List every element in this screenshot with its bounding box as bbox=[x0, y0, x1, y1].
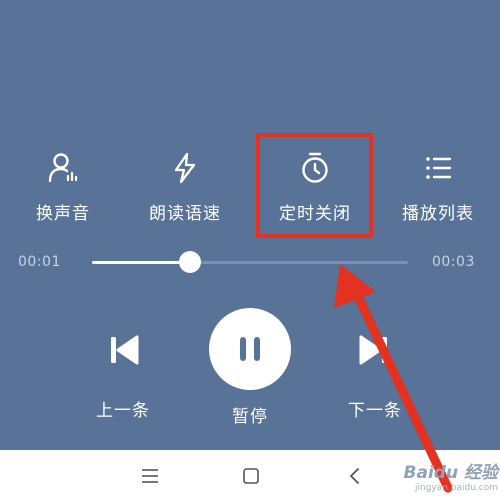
next-button[interactable]: 下一条 bbox=[330, 322, 420, 421]
watermark: Baidu 经验 jingyan.baidu.com bbox=[380, 452, 498, 498]
back-chevron-icon[interactable] bbox=[343, 464, 367, 488]
pause-circle bbox=[209, 308, 291, 390]
skip-previous-icon bbox=[111, 335, 139, 365]
reading-speed-button[interactable]: 朗读语速 bbox=[130, 145, 240, 235]
progress-fill bbox=[92, 261, 190, 264]
voice-person-icon bbox=[48, 153, 78, 183]
progress-track[interactable] bbox=[92, 261, 408, 264]
next-label: 下一条 bbox=[348, 401, 402, 421]
pause-label: 暂停 bbox=[232, 407, 268, 427]
highlight-box bbox=[256, 133, 373, 238]
watermark-sub: jingyan.baidu.com bbox=[414, 482, 498, 493]
playlist-icon bbox=[426, 157, 452, 179]
change-voice-label: 换声音 bbox=[36, 204, 90, 224]
progress-thumb[interactable] bbox=[178, 251, 201, 273]
home-square-icon[interactable] bbox=[239, 464, 263, 488]
skip-next-icon bbox=[359, 335, 387, 365]
watermark-text: Baidu 经验 bbox=[403, 462, 498, 483]
total-time: 00:03 bbox=[432, 254, 475, 270]
feature-row: 换声音 朗读语速 定时关闭 播放列表 bbox=[0, 145, 500, 235]
change-voice-button[interactable]: 换声音 bbox=[8, 145, 118, 235]
lightning-icon bbox=[174, 152, 196, 184]
pause-icon bbox=[240, 337, 260, 361]
playlist-label: 播放列表 bbox=[402, 204, 474, 224]
pause-button[interactable]: 暂停 bbox=[205, 308, 295, 427]
player-panel: 换声音 朗读语速 定时关闭 播放列表 00:01 00:03 上一条 暂停 下一… bbox=[0, 0, 500, 450]
previous-button[interactable]: 上一条 bbox=[78, 322, 168, 421]
playlist-button[interactable]: 播放列表 bbox=[383, 145, 493, 235]
menu-icon[interactable] bbox=[138, 464, 162, 488]
previous-label: 上一条 bbox=[96, 401, 150, 421]
current-time: 00:01 bbox=[18, 254, 61, 270]
reading-speed-label: 朗读语速 bbox=[149, 204, 221, 224]
